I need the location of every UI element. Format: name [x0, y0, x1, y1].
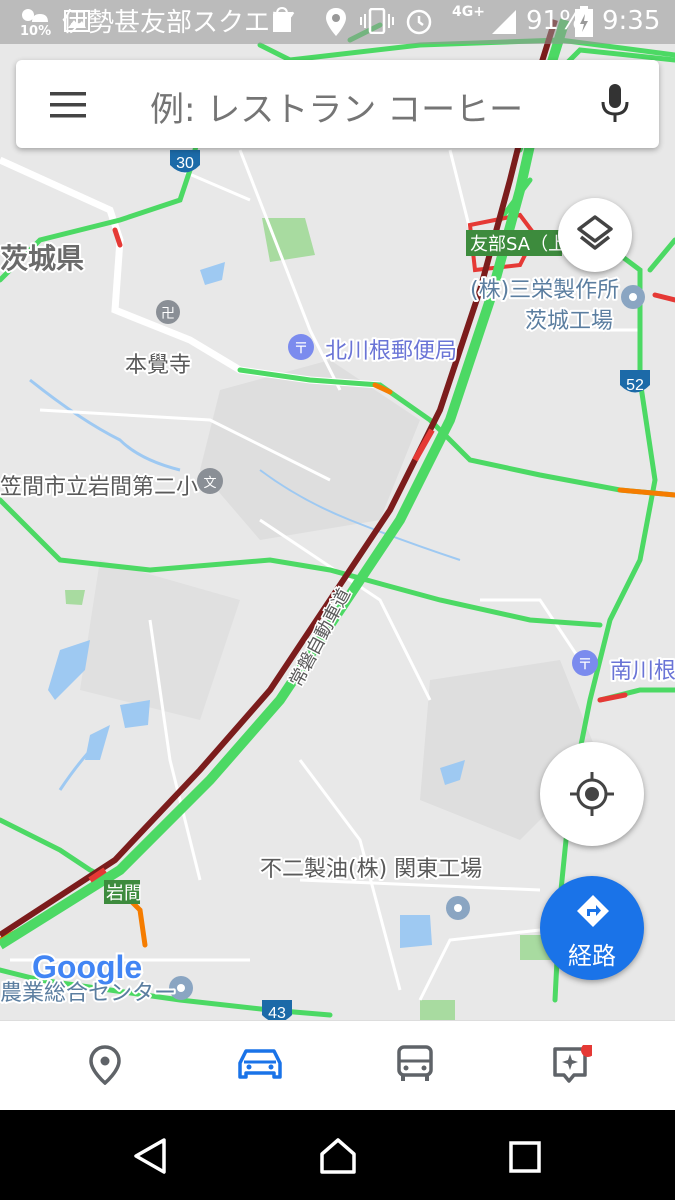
- hamburger-menu-icon[interactable]: [50, 92, 86, 118]
- weather-percent: 10%: [20, 24, 52, 39]
- car-icon: [238, 1049, 282, 1079]
- layers-button[interactable]: [558, 198, 632, 272]
- post-office-2-pin-icon[interactable]: 〒: [572, 650, 598, 676]
- network-type: 4G+: [452, 4, 485, 20]
- route-52-label: 52: [626, 377, 644, 394]
- station-marker[interactable]: 岩間: [104, 880, 142, 904]
- route-30-label: 30: [176, 155, 194, 172]
- svg-text:〒: 〒: [293, 339, 308, 357]
- factory-pin-icon[interactable]: [621, 285, 645, 309]
- factory-2-pin-icon[interactable]: [446, 896, 470, 920]
- status-bar: 10% 伊勢甚友部スクエア 4G+ 91% 9:35: [0, 0, 675, 44]
- tab-updates[interactable]: [520, 1021, 620, 1111]
- back-icon[interactable]: [130, 1136, 170, 1176]
- location-status-icon: [326, 8, 346, 36]
- notification-text: 伊勢甚友部スクエア: [62, 8, 297, 38]
- school-pin-icon[interactable]: 文: [197, 468, 223, 494]
- microphone-icon[interactable]: [600, 84, 630, 124]
- factory-label-line2: 茨城工場: [525, 309, 613, 334]
- directions-icon: [577, 895, 609, 927]
- post-office-2-label: 南川根: [610, 659, 675, 684]
- shopping-bag-icon: [273, 6, 291, 32]
- post-office-label: 北川根郵便局: [325, 339, 457, 364]
- bus-icon: [397, 1045, 433, 1081]
- search-bar[interactable]: 例: レストラン コーヒー: [16, 60, 659, 148]
- recents-icon[interactable]: [508, 1140, 542, 1174]
- place-pin-icon: [89, 1045, 121, 1085]
- tab-explore[interactable]: [55, 1021, 155, 1111]
- battery-icon: [575, 6, 593, 37]
- directions-label: 経路: [568, 942, 616, 970]
- route-43-shield: 43: [262, 1000, 292, 1020]
- directions-button[interactable]: 経路: [540, 876, 644, 980]
- tab-driving[interactable]: [210, 1021, 310, 1111]
- home-icon[interactable]: [318, 1136, 358, 1176]
- map-canvas[interactable]: 30 52 43 卍 〒 文 〒 茨城県 本覺寺 北川根郵便局 笠間市立岩間第二…: [0, 0, 675, 1020]
- vibrate-icon: [360, 8, 394, 34]
- updates-sparkle-icon: [553, 1045, 592, 1083]
- search-input[interactable]: 例: レストラン コーヒー: [150, 82, 523, 131]
- factory-label-line1: (株)三栄製作所: [470, 278, 619, 303]
- bottom-navigation: [0, 1020, 675, 1111]
- clock: 9:35: [602, 6, 661, 36]
- svg-text:〒: 〒: [577, 655, 592, 673]
- system-navigation-bar: [0, 1110, 675, 1200]
- weather-icon: [22, 9, 48, 22]
- svg-text:文: 文: [203, 476, 216, 491]
- factory-2-label: 不二製油(株) 関東工場: [260, 857, 482, 882]
- temple-label: 本覺寺: [125, 353, 191, 378]
- post-office-pin-icon[interactable]: 〒: [288, 334, 314, 360]
- school-label: 笠間市立岩間第二小: [0, 475, 198, 500]
- my-location-button[interactable]: [540, 742, 644, 846]
- svg-text:卍: 卍: [161, 306, 175, 322]
- google-logo: Google: [32, 949, 142, 985]
- station-label: 岩間: [106, 883, 142, 904]
- temple-pin-icon[interactable]: 卍: [156, 300, 180, 324]
- alarm-icon: [406, 9, 432, 35]
- route-43-label: 43: [268, 1005, 286, 1020]
- prefecture-label: 茨城県: [0, 242, 84, 275]
- crosshair-icon: [570, 772, 614, 816]
- signal-icon: [492, 10, 516, 34]
- tab-transit[interactable]: [365, 1021, 465, 1111]
- layers-icon: [577, 215, 613, 250]
